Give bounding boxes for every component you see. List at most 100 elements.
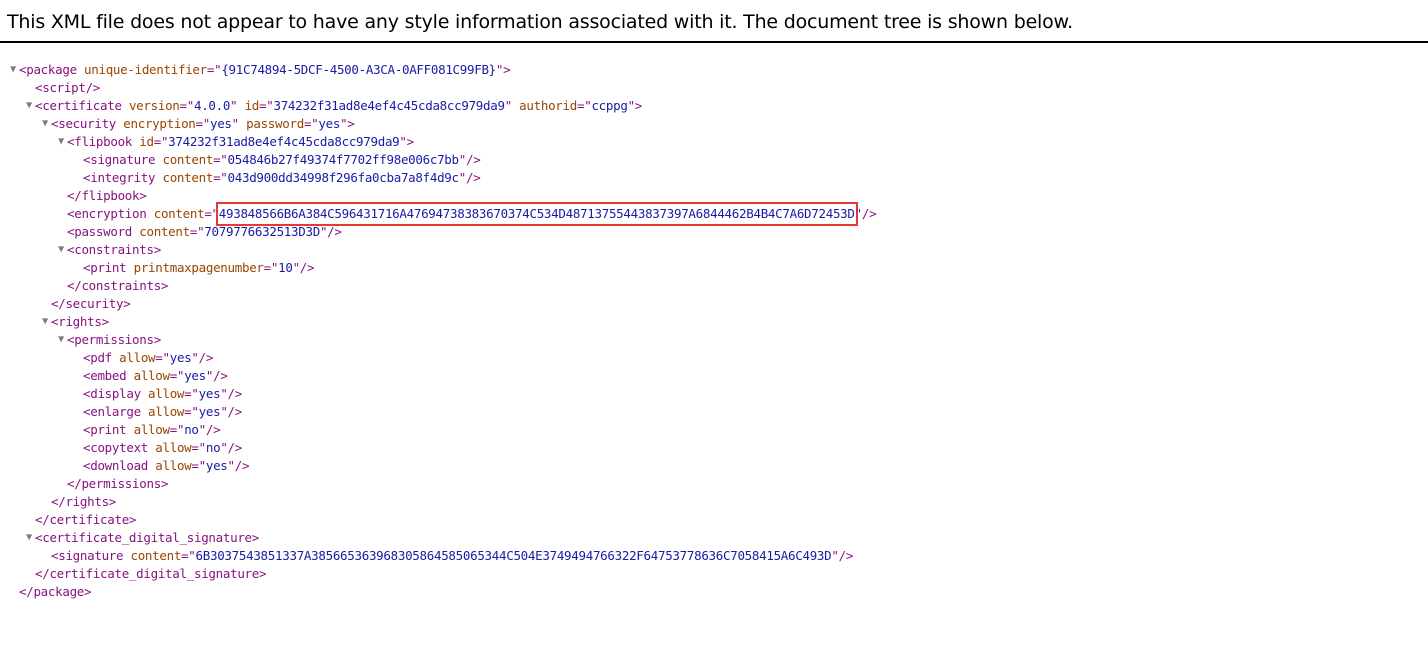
xml-tag-text: </certificate_digital_signature> [35,566,267,581]
xml-attribute-name: unique-identifier [84,62,207,77]
xml-tag-text: " [504,98,520,113]
xml-tag-text: "/> [220,386,242,401]
xml-attribute-name: allow [155,440,192,455]
xml-tag-text: "/> [205,368,228,383]
xml-tag-text: <rights> [51,314,109,329]
xml-tag-text: </permissions> [67,476,169,491]
collapse-toggle-icon[interactable]: ▼ [55,133,67,151]
xml-line: <script/> [0,79,876,97]
xml-tag-text: =" [195,116,211,131]
xml-attribute-value: yes [169,350,192,365]
xml-tag-text: =" [576,98,592,113]
xml-tag-text: =" [169,422,185,437]
header-divider [0,41,1428,43]
xml-tag-text: =" [189,224,205,239]
xml-line: ▼ <rights> [0,313,876,331]
xml-tag-text: "/> [191,350,214,365]
xml-line: ▼ <permissions> [0,331,876,349]
xml-tag-text: =" [213,170,228,185]
xml-line: ▼ <certificate version =" 4.0.0 " id =" 374232… [0,97,876,115]
collapse-toggle-icon[interactable]: ▼ [39,115,51,133]
xml-tag-text: </flipbook> [67,188,147,203]
xml-attribute-name: id [244,98,260,113]
xml-tag-text: <print [83,260,134,275]
xml-line: ▼ <flipbook id =" 374232f31ad8e4ef4c45cda8c… [0,133,876,151]
xml-line: <signature content =" 054846b27f49374f7702… [0,151,876,169]
collapse-toggle-icon[interactable]: ▼ [23,97,35,115]
xml-line: ▼ <certificate_digital_signature> [0,529,876,547]
xml-tag-text: <signature [83,152,163,167]
collapse-toggle-icon[interactable]: ▼ [39,313,51,331]
xml-line: <password content =" 7079776632513D3D "/> [0,223,876,241]
xml-attribute-name: allow [133,422,170,437]
xml-tag-text: "/> [831,548,854,563]
xml-tag-text: "> [399,134,414,149]
xml-tag-text: <security [51,116,124,131]
xml-tag-text: <password [67,224,140,239]
collapse-toggle-icon[interactable]: ▼ [7,61,19,79]
xml-attribute-value: 374232f31ad8e4ef4c45cda8cc979da9 [168,134,400,149]
xml-tag-text: =" [259,98,274,113]
xml-tag-text: </package> [19,584,92,599]
xml-tag-text: "/> [458,152,481,167]
xml-attribute-value: no [184,422,199,437]
xml-style-notice: This XML file does not appear to have an… [7,11,1073,33]
xml-line: <signature content =" 6B3037543851337A3856… [0,547,876,565]
xml-tag-text: </security> [51,296,131,311]
xml-tag-text: <pdf [83,350,120,365]
xml-line: </certificate> [0,511,876,529]
xml-tag-text: <permissions> [67,332,161,347]
xml-line: ▼ <constraints> [0,241,876,259]
xml-line: <print printmaxpagenumber =" 10 "/> [0,259,876,277]
xml-attribute-name: printmaxpagenumber [133,260,264,275]
xml-attribute-value: 054846b27f49374f7702ff98e006c7bb [227,152,460,167]
highlighted-encryption-value: 493848566B6A384C596431716A47694738383670… [215,202,858,226]
xml-tag-text: <download [83,458,156,473]
xml-line: <encryption content =" 493848566B6A384C596… [0,202,877,226]
xml-tag-text: =" [263,260,279,275]
xml-attribute-name: allow [119,350,156,365]
collapse-toggle-icon[interactable]: ▼ [55,241,67,259]
xml-attribute-name: content [153,206,205,221]
xml-attribute-name: content [162,152,214,167]
xml-attribute-value: yes [318,116,341,131]
xml-attribute-value: ccppg [591,98,628,113]
xml-tag-text: =" [206,62,222,77]
xml-tag-text: " [231,116,247,131]
xml-attribute-name: id [139,134,154,149]
xml-attribute-value: yes [209,116,232,131]
xml-attribute-name: encryption [123,116,196,131]
xml-tag-text: <constraints> [67,242,161,257]
xml-line: <display allow =" yes "/> [0,385,876,403]
collapse-toggle-icon[interactable]: ▼ [55,331,67,349]
xml-tag-text: <display [83,386,149,401]
xml-attribute-name: version [128,98,180,113]
xml-tag-text: <certificate [35,98,129,113]
xml-line: </constraints> [0,277,876,295]
collapse-toggle-icon[interactable]: ▼ [23,529,35,547]
xml-tag-text: "/> [458,170,481,185]
xml-tag-text: <integrity [83,170,163,185]
xml-line: </flipbook> [0,187,876,205]
xml-attribute-value: 4.0.0 [193,98,231,113]
xml-tag-text: "> [495,62,511,77]
xml-tag-text: =" [181,548,196,563]
xml-line: </security> [0,295,876,313]
xml-tag-text: <signature [51,548,131,563]
xml-tag-text: "/> [292,260,315,275]
xml-line: </package> [0,583,876,601]
xml-attribute-value: yes [205,458,228,473]
xml-attribute-value: 6B3037543851337A385665363968305864585065… [195,548,832,563]
xml-tag-text: "> [627,98,643,113]
xml-tag-text: =" [213,152,228,167]
xml-line: </rights> [0,493,876,511]
xml-tag-text: =" [191,458,206,473]
xml-tag-text: =" [184,386,199,401]
xml-attribute-value: {91C74894-5DCF-4500-A3CA-0AFF081C99FB} [221,62,496,77]
xml-attribute-name: content [130,548,182,563]
xml-line: ▼ <package unique-identifier =" {91C74894-5… [0,61,876,79]
xml-tag-text: "/> [854,206,877,221]
xml-line: </certificate_digital_signature> [0,565,876,583]
xml-attribute-name: content [139,224,190,239]
xml-tag-text: </constraints> [67,278,169,293]
